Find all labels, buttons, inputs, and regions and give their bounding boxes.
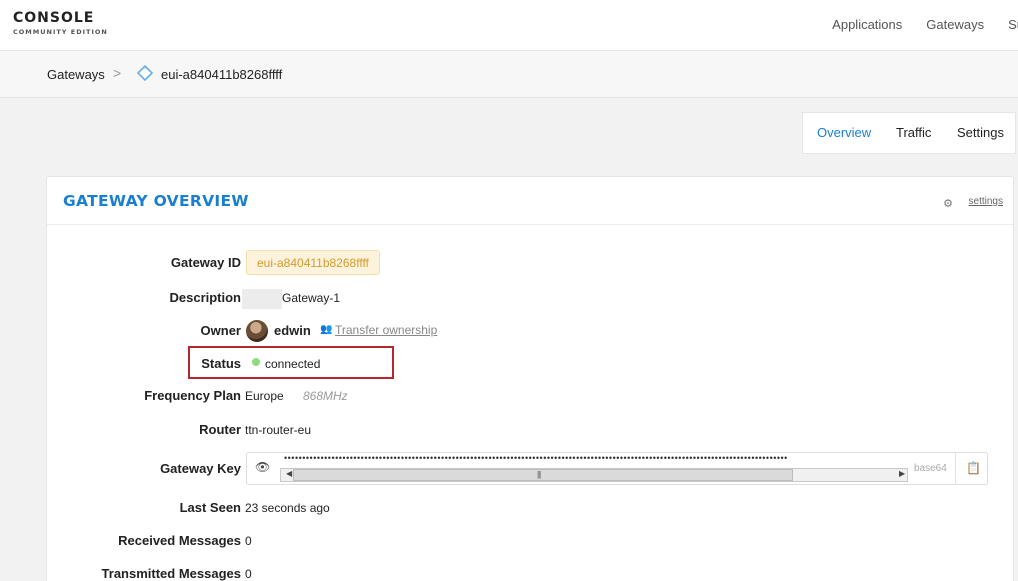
key-encoding[interactable]: base64	[914, 463, 947, 474]
key-divider	[955, 453, 956, 484]
scroll-right-arrow[interactable]: ▶	[899, 469, 905, 478]
gateway-key-label: Gateway Key	[160, 461, 241, 476]
console-logo[interactable]: CONSOLE	[13, 10, 94, 26]
nav-support[interactable]: Su	[1008, 17, 1018, 32]
transmitted-messages-label: Transmitted Messages	[101, 566, 241, 581]
tab-traffic[interactable]: Traffic	[882, 113, 943, 153]
transfer-ownership-link[interactable]: Transfer ownership	[335, 323, 437, 337]
user-transfer-icon: 👥	[320, 324, 333, 335]
tab-settings[interactable]: Settings	[943, 113, 1015, 153]
status-label: Status	[201, 356, 241, 371]
description-value: Gateway-1	[282, 291, 341, 305]
copy-icon[interactable]: 📋	[966, 461, 981, 475]
breadcrumb: Gateways > eui-a840411b8268ffff	[0, 50, 1018, 98]
gateway-icon	[136, 64, 154, 82]
panel-header: GATEWAY OVERVIEW ⚙ settings	[47, 177, 1013, 225]
frequency-plan-value: Europe	[245, 389, 284, 403]
gateway-tabs: Overview Traffic Settings	[802, 112, 1016, 154]
received-messages-value: 0	[245, 534, 252, 548]
breadcrumb-separator: >	[113, 65, 122, 81]
gateway-id-label: Gateway ID	[170, 255, 241, 270]
scroll-grip: |||	[537, 470, 541, 479]
description-redaction	[242, 289, 282, 309]
breadcrumb-current: eui-a840411b8268ffff	[161, 67, 283, 82]
tab-overview[interactable]: Overview	[803, 113, 882, 153]
router-value: ttn-router-eu	[245, 423, 312, 437]
eye-icon[interactable]: 👁	[255, 460, 270, 474]
status-value: connected	[265, 357, 321, 371]
panel-title: GATEWAY OVERVIEW	[63, 192, 249, 210]
settings-link[interactable]: settings	[969, 196, 1003, 207]
main-nav: Applications Gateways Su	[832, 17, 1018, 32]
frequency-band: 868MHz	[303, 389, 348, 403]
key-scrollbar-thumb[interactable]	[293, 469, 793, 481]
avatar	[246, 320, 268, 342]
last-seen-label: Last Seen	[179, 500, 241, 515]
owner-name[interactable]: edwin	[274, 323, 311, 338]
frequency-plan-label: Frequency Plan	[144, 388, 241, 403]
router-label: Router	[199, 422, 241, 437]
scroll-left-arrow[interactable]: ◀	[286, 469, 292, 478]
last-seen-value: 23 seconds ago	[245, 501, 330, 515]
status-indicator	[252, 358, 260, 366]
gear-icon[interactable]: ⚙	[943, 197, 953, 210]
owner-label: Owner	[200, 323, 241, 338]
received-messages-label: Received Messages	[118, 533, 241, 548]
breadcrumb-gateways[interactable]: Gateways	[47, 67, 105, 82]
nav-applications[interactable]: Applications	[832, 17, 902, 32]
transmitted-messages-value: 0	[245, 567, 252, 581]
gateway-key-masked[interactable]: ••••••••••••••••••••••••••••••••••••••••…	[284, 455, 906, 463]
description-label: Description	[169, 290, 241, 305]
edition-label: COMMUNITY EDITION	[13, 28, 108, 36]
top-bar: CONSOLE COMMUNITY EDITION Applications G…	[0, 0, 1018, 50]
nav-gateways[interactable]: Gateways	[926, 17, 984, 32]
gateway-id-badge[interactable]: eui-a840411b8268ffff	[246, 250, 380, 275]
